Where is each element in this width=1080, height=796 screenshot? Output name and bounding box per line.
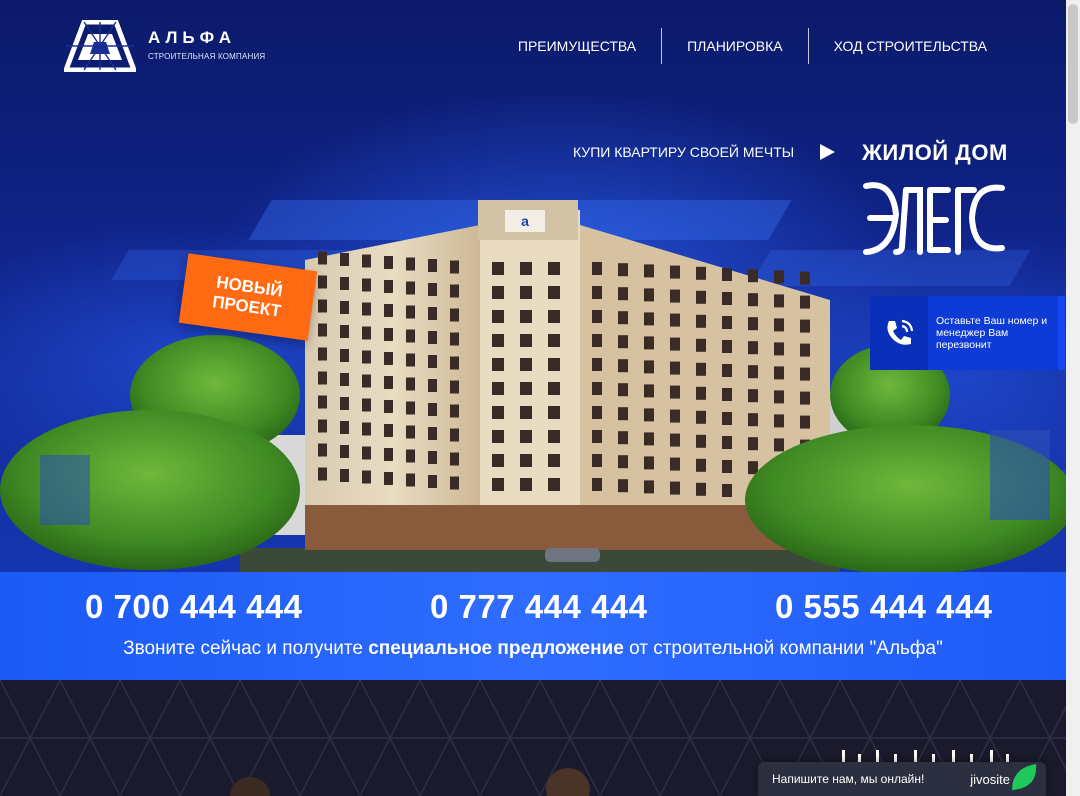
phone-icon: [870, 296, 928, 370]
hero-tagline: КУПИ КВАРТИРУ СВОЕЙ МЕЧТЫ: [573, 144, 795, 160]
svg-text:a: a: [521, 213, 529, 229]
chat-text: Напишите нам, мы онлайн!: [772, 772, 925, 786]
offer-text: Звоните сейчас и получите специальное пр…: [0, 638, 1066, 660]
hero-section: a АЛЬФА СТРОИТЕЛЬНАЯ КОМПАНИЯ ПРЕИМУЩЕСТ…: [0, 0, 1080, 572]
chat-leaf-icon: [1012, 764, 1037, 790]
chat-widget[interactable]: Напишите нам, мы онлайн! jivosite: [758, 762, 1046, 796]
phone-number-3[interactable]: 0 555 444 444: [775, 588, 993, 626]
play-arrow-icon: [820, 144, 835, 160]
logo[interactable]: АЛЬФА СТРОИТЕЛЬНАЯ КОМПАНИЯ: [64, 20, 266, 74]
building-illustration: a: [0, 200, 1075, 572]
project-title: ЖИЛОЙ ДОМ: [862, 140, 1008, 165]
logo-subtitle: СТРОИТЕЛЬНАЯ КОМПАНИЯ: [148, 52, 266, 61]
scrollbar-thumb[interactable]: [1068, 4, 1078, 124]
offer-post: от строительной компании "Альфа": [623, 638, 943, 659]
logo-name: АЛЬФА: [148, 28, 236, 47]
phone-number-1[interactable]: 0 700 444 444: [85, 588, 303, 626]
nav-layout[interactable]: ПЛАНИРОВКА: [662, 28, 808, 64]
scrollbar[interactable]: [1066, 0, 1080, 796]
phone-number-2[interactable]: 0 777 444 444: [430, 588, 648, 626]
callback-edge: [1058, 296, 1065, 370]
project-name-logo: [863, 182, 1005, 255]
callback-text: Оставьте Ваш номер и менеджер Вам перезв…: [936, 315, 1048, 351]
callback-widget[interactable]: Оставьте Ваш номер и менеджер Вам перезв…: [870, 296, 1065, 370]
offer-pre: Звоните сейчас и получите: [123, 638, 369, 659]
offer-bold: специальное предложение: [368, 638, 624, 659]
main-nav: ПРЕИМУЩЕСТВА ПЛАНИРОВКА ХОД СТРОИТЕЛЬСТВ…: [493, 28, 1012, 64]
nav-advantages[interactable]: ПРЕИМУЩЕСТВА: [493, 28, 661, 64]
nav-construction-progress[interactable]: ХОД СТРОИТЕЛЬСТВА: [809, 28, 1012, 64]
logo-mark-icon: [64, 20, 136, 72]
phone-band: 0 700 444 444 0 777 444 444 0 555 444 44…: [0, 572, 1066, 680]
